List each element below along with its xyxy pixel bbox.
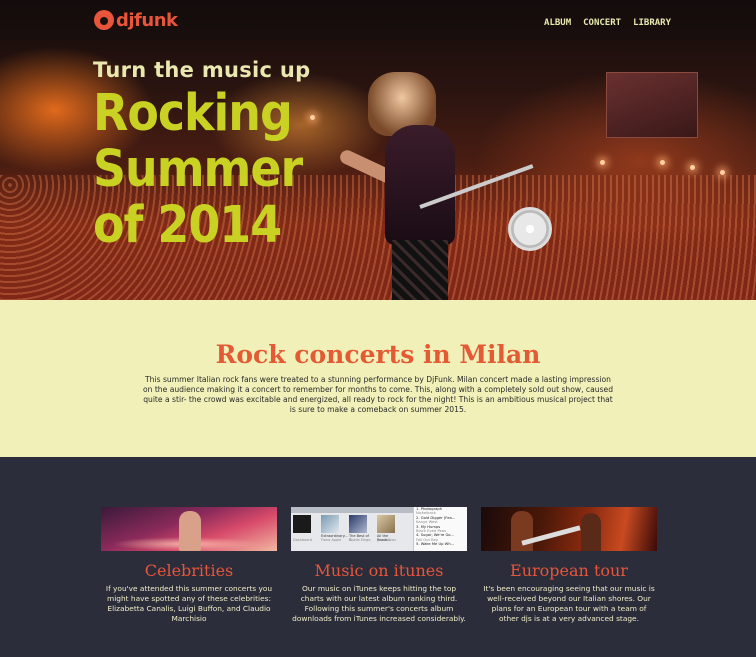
- hero-title-line: Summer: [93, 140, 303, 199]
- chart-item: 4. Sugar, We're Go... Fall Out Boy: [416, 533, 455, 542]
- hero-kicker: Turn the music up: [93, 58, 311, 82]
- hero-banner: djfunk ALBUM CONCERT LIBRARY Turn the mu…: [0, 0, 756, 300]
- card-title: Music on itunes: [314, 561, 444, 580]
- album-artist: Fiona Apple: [321, 538, 342, 542]
- album-artist: Sheila Elego: [349, 538, 371, 542]
- card-title: Celebrities: [144, 561, 234, 580]
- stage-screen: [606, 72, 698, 138]
- stage-light: [720, 170, 725, 175]
- section-text: This summer Italian rock fans were treat…: [142, 375, 614, 414]
- nav-library[interactable]: LIBRARY: [633, 18, 671, 28]
- mic-ornament: [508, 207, 552, 251]
- features-section: Celebrities If you've attended this summ…: [0, 457, 756, 657]
- tour-image: [481, 507, 657, 551]
- stage-light: [690, 165, 695, 170]
- chart-item: 1. Photograph Nickelback: [416, 507, 443, 516]
- logo-text: djfunk: [116, 9, 178, 31]
- album-cover: [377, 515, 395, 533]
- chart-item: 3. My Humps Black Eyed Peas: [416, 524, 446, 534]
- hero-title-line: of 2014: [93, 196, 282, 255]
- album-cover: [321, 515, 339, 533]
- chart-item: 5. Wake Me Up Wh...: [416, 542, 455, 547]
- card-european-tour: European tour It's been encouraging seei…: [481, 507, 657, 624]
- card-text: Our music on iTunes keeps hitting the to…: [292, 584, 466, 623]
- card-title: European tour: [510, 561, 628, 580]
- hero-title: Rocking Summer of 2014: [93, 86, 323, 254]
- hero-title-line: Rocking: [93, 84, 293, 143]
- card-itunes: Dashboard Extraordinary... Fiona Apple T…: [291, 507, 467, 624]
- performer-figure: [330, 70, 520, 300]
- logo[interactable]: djfunk: [94, 9, 178, 31]
- top-navbar: djfunk ALBUM CONCERT LIBRARY: [0, 0, 756, 40]
- card-text: It's been encouraging seeing that our mu…: [483, 584, 655, 623]
- album-artist: Dashboard: [293, 538, 312, 542]
- itunes-screenshot: Dashboard Extraordinary... Fiona Apple T…: [291, 507, 467, 551]
- top-chart-list: 1. Photograph Nickelback 2. Gold Digger (…: [413, 507, 467, 551]
- chart-item: 2. Gold Digger (Fea... Kanye West: [416, 515, 456, 525]
- album-cover: [349, 515, 367, 533]
- logo-icon: [94, 10, 114, 30]
- main-nav: ALBUM CONCERT LIBRARY: [544, 18, 671, 28]
- album-cover: [293, 515, 311, 533]
- card-text: If you've attended this summer concerts …: [105, 584, 273, 623]
- celebrities-image: [101, 507, 277, 551]
- card-celebrities: Celebrities If you've attended this summ…: [101, 507, 277, 624]
- nav-concert[interactable]: CONCERT: [583, 18, 621, 28]
- section-title: Rock concerts in Milan: [215, 340, 541, 369]
- stage-light: [600, 160, 605, 165]
- stage-light: [660, 160, 665, 165]
- nav-album[interactable]: ALBUM: [544, 18, 571, 28]
- album-artist: Jason Mraz: [377, 538, 396, 542]
- about-section: Rock concerts in Milan This summer Itali…: [0, 300, 756, 457]
